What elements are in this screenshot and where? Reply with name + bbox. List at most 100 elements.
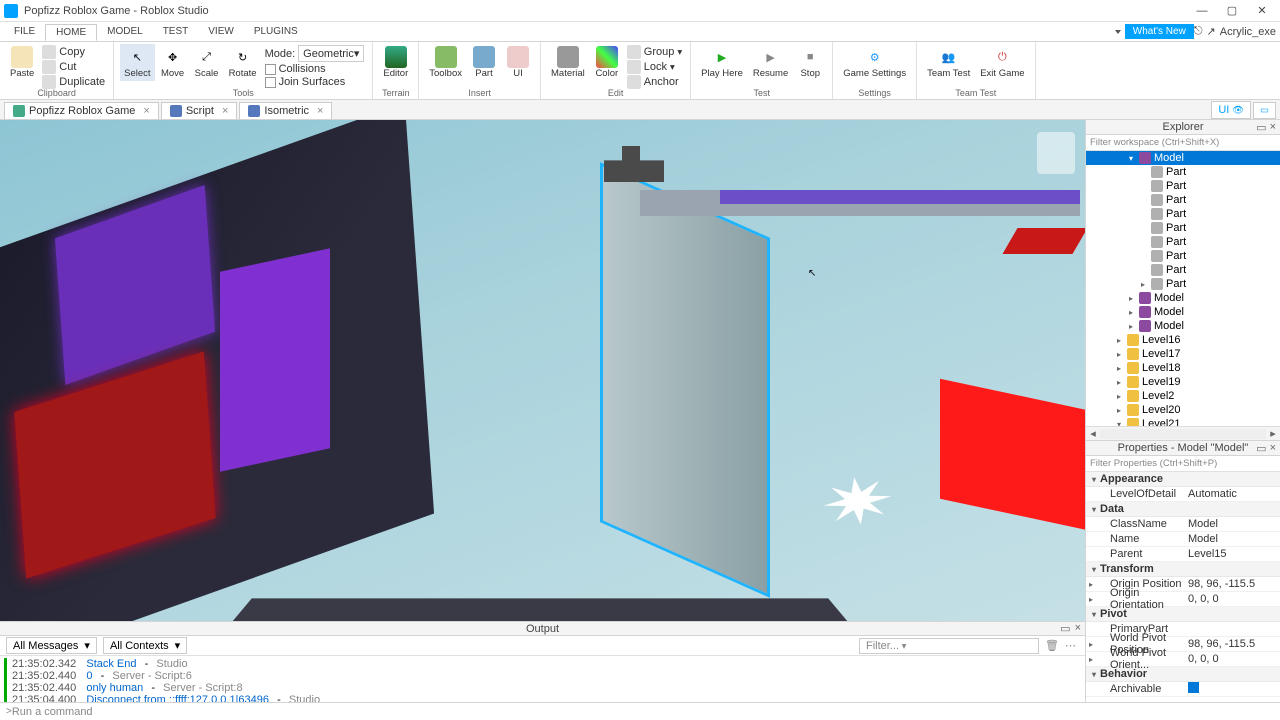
tab-script[interactable]: Script×: [161, 102, 238, 119]
mode-dropdown[interactable]: Mode:Geometric▾: [265, 45, 365, 62]
menu-test[interactable]: TEST: [153, 24, 199, 39]
explorer-hscroll[interactable]: ◂▸: [1086, 426, 1280, 440]
menu-view[interactable]: VIEW: [198, 24, 244, 39]
prop-row[interactable]: NameModel: [1086, 532, 1280, 547]
lock-button[interactable]: Lock ▾: [627, 60, 682, 74]
tree-node-level19[interactable]: ▸Level19: [1086, 375, 1280, 389]
tree-node-part[interactable]: Part: [1086, 193, 1280, 207]
close-icon[interactable]: ×: [143, 105, 149, 117]
play-button[interactable]: ▶Play Here: [697, 44, 747, 81]
tree-node-model[interactable]: ▾Model: [1086, 151, 1280, 165]
tree-node-level2[interactable]: ▸Level2: [1086, 389, 1280, 403]
undock-icon[interactable]: ▭: [1256, 121, 1266, 134]
game-settings-button[interactable]: ⚙Game Settings: [839, 44, 910, 81]
undock-icon[interactable]: ▭: [1256, 442, 1266, 455]
close-icon[interactable]: ×: [222, 105, 228, 117]
close-icon[interactable]: ×: [317, 105, 323, 117]
viewport[interactable]: ✷ ↖: [0, 120, 1085, 621]
tree-node-part[interactable]: Part: [1086, 263, 1280, 277]
tree-node-part[interactable]: Part: [1086, 165, 1280, 179]
team-test-button[interactable]: 👥Team Test: [923, 44, 974, 81]
select-button[interactable]: ↖Select: [120, 44, 154, 81]
prop-row[interactable]: Archivable: [1086, 682, 1280, 697]
minimize-button[interactable]: —: [1188, 2, 1216, 20]
tree-node-model[interactable]: ▸Model: [1086, 305, 1280, 319]
tree-node-level18[interactable]: ▸Level18: [1086, 361, 1280, 375]
user-menu[interactable]: ⎋↗Acrylic_exe: [1194, 25, 1276, 38]
properties-grid[interactable]: ▾AppearanceLevelOfDetailAutomatic▾DataCl…: [1086, 472, 1280, 702]
explorer-tree[interactable]: ▾ModelPartPartPartPartPartPartPartPart▸P…: [1086, 151, 1280, 426]
close-icon[interactable]: ×: [1270, 121, 1276, 134]
join-surfaces-toggle[interactable]: Join Surfaces: [265, 76, 365, 88]
material-button[interactable]: Material: [547, 44, 589, 81]
toolbox-button[interactable]: Toolbox: [425, 44, 466, 81]
messages-filter-dropdown[interactable]: All Messages▾: [6, 637, 97, 654]
delete-icon[interactable]: 🗑: [1045, 639, 1059, 653]
whats-new-button[interactable]: What's New: [1125, 24, 1194, 39]
tree-node-part[interactable]: ▸Part: [1086, 277, 1280, 291]
paste-button[interactable]: Paste: [6, 44, 38, 81]
tree-node-part[interactable]: Part: [1086, 179, 1280, 193]
more-icon[interactable]: ⋯: [1065, 639, 1079, 653]
move-button[interactable]: ✥Move: [157, 44, 189, 81]
group-test-label: Test: [691, 88, 832, 98]
tab-game[interactable]: Popfizz Roblox Game×: [4, 102, 159, 119]
explorer-filter-input[interactable]: Filter workspace (Ctrl+Shift+X): [1086, 135, 1280, 151]
terrain-editor-button[interactable]: Editor: [379, 44, 412, 81]
view-selector-widget[interactable]: [1037, 132, 1075, 174]
tree-node-part[interactable]: Part: [1086, 221, 1280, 235]
tree-node-part[interactable]: Part: [1086, 207, 1280, 221]
collisions-toggle[interactable]: Collisions: [265, 63, 365, 75]
tree-node-level20[interactable]: ▸Level20: [1086, 403, 1280, 417]
ui-toggle[interactable]: UI 👁: [1211, 101, 1251, 119]
tree-node-model[interactable]: ▸Model: [1086, 319, 1280, 333]
collapse-ribbon-icon[interactable]: [1115, 30, 1121, 34]
anchor-button[interactable]: Anchor: [627, 75, 682, 89]
rotate-button[interactable]: ↻Rotate: [225, 44, 261, 81]
tree-node-level21[interactable]: ▾Level21: [1086, 417, 1280, 426]
tree-node-model[interactable]: ▸Model: [1086, 291, 1280, 305]
prop-category[interactable]: ▾Transform: [1086, 562, 1280, 577]
command-input[interactable]: > Run a command: [0, 702, 1280, 720]
prop-category[interactable]: ▾Appearance: [1086, 472, 1280, 487]
prop-row[interactable]: ClassNameModel: [1086, 517, 1280, 532]
menu-file[interactable]: FILE: [4, 24, 45, 39]
scale-button[interactable]: ⤢Scale: [191, 44, 223, 81]
properties-filter-input[interactable]: Filter Properties (Ctrl+Shift+P): [1086, 456, 1280, 472]
menu-plugins[interactable]: PLUGINS: [244, 24, 308, 39]
duplicate-button[interactable]: Duplicate: [42, 75, 105, 89]
output-header: Output ▭×: [0, 621, 1085, 636]
close-icon[interactable]: ×: [1270, 442, 1276, 455]
group-button[interactable]: Group ▾: [627, 45, 682, 59]
contexts-filter-dropdown[interactable]: All Contexts▾: [103, 637, 187, 654]
prop-row[interactable]: ▸World Pivot Orient...0, 0, 0: [1086, 652, 1280, 667]
stop-button[interactable]: ■Stop: [794, 44, 826, 81]
prop-row[interactable]: ParentLevel15: [1086, 547, 1280, 562]
device-toggle[interactable]: ▭: [1253, 102, 1276, 119]
color-button[interactable]: Color: [591, 44, 623, 81]
tree-node-part[interactable]: Part: [1086, 235, 1280, 249]
maximize-button[interactable]: ▢: [1218, 2, 1246, 20]
close-icon[interactable]: ×: [1075, 622, 1081, 635]
exit-game-button[interactable]: ⏻Exit Game: [976, 44, 1028, 81]
prop-row[interactable]: ▸Origin Orientation0, 0, 0: [1086, 592, 1280, 607]
menu-home[interactable]: HOME: [45, 24, 97, 41]
tab-isometric[interactable]: Isometric×: [239, 102, 332, 119]
part-button[interactable]: Part: [468, 44, 500, 81]
prop-row[interactable]: LevelOfDetailAutomatic: [1086, 487, 1280, 502]
close-button[interactable]: ✕: [1248, 2, 1276, 20]
log-line: 21:35:02.440 only human - Server - Scrip…: [4, 682, 1081, 694]
undock-icon[interactable]: ▭: [1060, 622, 1070, 635]
tree-node-level17[interactable]: ▸Level17: [1086, 347, 1280, 361]
output-log[interactable]: 21:35:02.342 Stack End - Studio21:35:02.…: [0, 656, 1085, 702]
tree-node-level16[interactable]: ▸Level16: [1086, 333, 1280, 347]
group-tools-label: Tools: [114, 88, 372, 98]
resume-button[interactable]: ▶Resume: [749, 44, 792, 81]
cut-button[interactable]: Cut: [42, 60, 105, 74]
output-filter-input[interactable]: Filter... ▾: [859, 638, 1039, 654]
tree-node-part[interactable]: Part: [1086, 249, 1280, 263]
menu-model[interactable]: MODEL: [97, 24, 153, 39]
ui-button[interactable]: UI: [502, 44, 534, 81]
copy-button[interactable]: Copy: [42, 45, 105, 59]
prop-category[interactable]: ▾Data: [1086, 502, 1280, 517]
